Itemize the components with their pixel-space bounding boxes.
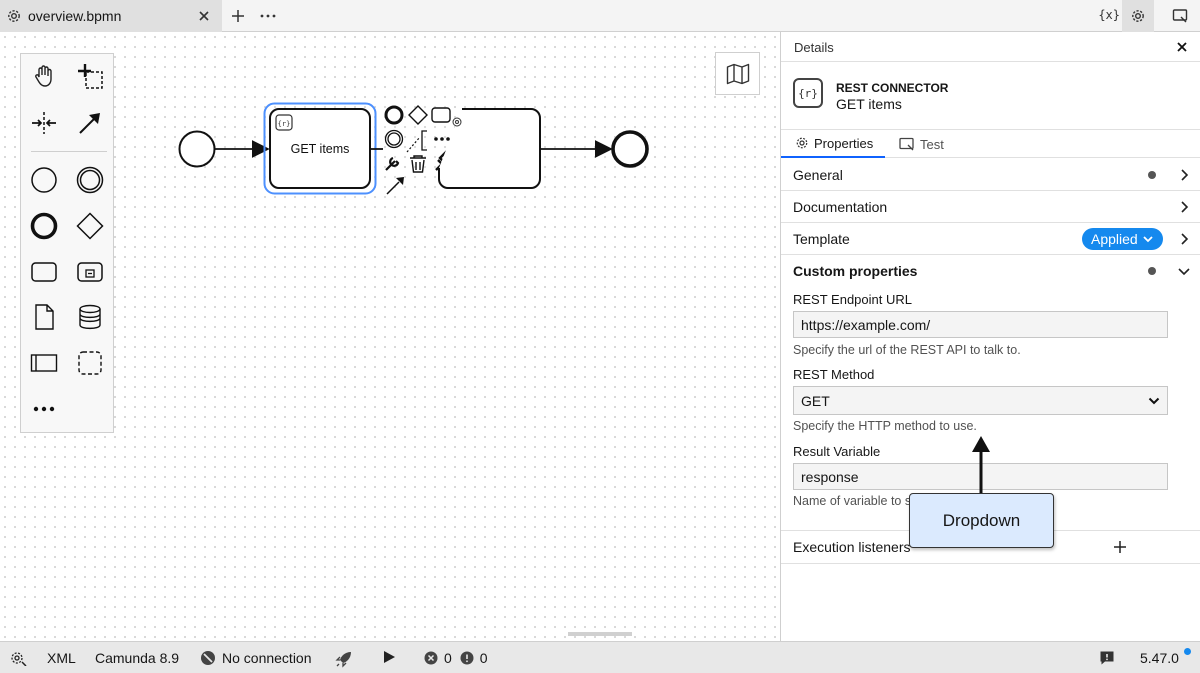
chevron-right-icon [1181, 201, 1189, 213]
element-type: REST CONNECTOR [836, 81, 949, 95]
rest-connector-icon: {r} [793, 78, 823, 108]
chevron-down-icon [1148, 397, 1160, 404]
error-icon [424, 651, 438, 665]
chevron-right-icon [1181, 233, 1189, 245]
warning-icon [460, 651, 474, 665]
append-text-annotation-icon[interactable] [406, 130, 427, 153]
more-tabs-button[interactable] [256, 4, 280, 28]
append-gateway-icon[interactable] [408, 105, 428, 125]
tab-label: Properties [814, 135, 874, 151]
group-title: General [793, 167, 843, 183]
panel-toggle-icon[interactable] [1172, 8, 1188, 24]
panel-header: Details [781, 32, 1200, 62]
data-marker-dot [1148, 171, 1156, 179]
connection-status[interactable]: No connection [200, 650, 312, 666]
close-icon[interactable] [1175, 40, 1189, 54]
delete-icon[interactable] [410, 155, 426, 173]
problems-button[interactable]: 0 0 [424, 650, 488, 666]
result-label: Result Variable [793, 444, 881, 459]
tab-overview-bpmn[interactable]: overview.bpmn [0, 0, 222, 32]
chevron-down-icon [1143, 236, 1153, 243]
play-icon [384, 651, 395, 663]
change-type-icon[interactable] [385, 156, 400, 171]
error-count: 0 [444, 650, 452, 666]
feedback-icon [1100, 651, 1114, 665]
task-second[interactable] [438, 108, 541, 189]
task-badge: {r} [278, 120, 291, 128]
task-label: GET items [291, 142, 350, 156]
tab-test[interactable]: Test [899, 130, 944, 158]
append-intermediate-event-icon[interactable] [384, 129, 404, 149]
plus-icon[interactable] [1113, 540, 1127, 554]
tab-properties[interactable]: Properties [781, 130, 885, 158]
gear-icon [11, 652, 27, 666]
element-header: {r} REST CONNECTOR GET items [781, 62, 1200, 130]
method-select[interactable]: GET [793, 386, 1168, 415]
group-general[interactable]: General [781, 159, 1200, 191]
plus-icon [232, 10, 244, 22]
gear-icon [796, 137, 808, 149]
annotation-callout: Dropdown [909, 493, 1054, 548]
gear-icon [8, 10, 20, 22]
version-button[interactable]: 5.47.0 [1140, 648, 1191, 666]
deploy-button[interactable] [335, 650, 359, 668]
xml-button[interactable]: XML [47, 650, 76, 666]
rocket-icon [335, 652, 351, 668]
task-get-items[interactable]: {r} GET items [269, 108, 371, 189]
data-marker-dot [1148, 267, 1156, 275]
connect-icon[interactable] [386, 177, 404, 195]
engine-version-button[interactable]: Camunda 8.9 [95, 650, 179, 666]
panel-tabs: Properties Test [781, 130, 1200, 158]
properties-panel: Details {r} REST CONNECTOR GET items Pro… [780, 32, 1200, 641]
url-label: REST Endpoint URL [793, 292, 912, 307]
group-documentation[interactable]: Documentation [781, 191, 1200, 223]
template-applied-dropdown[interactable]: Applied [1082, 228, 1163, 250]
element-name: GET items [836, 96, 902, 112]
start-event[interactable] [178, 130, 216, 168]
version-label: 5.47.0 [1140, 650, 1179, 666]
no-connection-icon [201, 651, 215, 665]
tab-label: Test [920, 136, 944, 152]
new-tab-button[interactable] [226, 4, 250, 28]
method-value: GET [801, 392, 830, 409]
run-button[interactable] [382, 650, 402, 664]
test-icon [899, 137, 914, 151]
status-bar: XML Camunda 8.9 No connection 0 0 5.47.0 [0, 641, 1200, 673]
bottom-panel-resize-handle[interactable] [568, 632, 632, 636]
gear-icon [1132, 10, 1144, 22]
bpmn-diagram: {r} GET items [178, 102, 649, 195]
ellipsis-icon [260, 14, 276, 18]
warning-count: 0 [479, 650, 488, 666]
badge-label: Applied [1091, 231, 1138, 247]
panel-title: Details [794, 40, 834, 55]
group-title: Documentation [793, 199, 888, 215]
close-icon[interactable] [196, 8, 212, 24]
feedback-button[interactable] [1099, 650, 1121, 666]
method-label: REST Method [793, 367, 875, 382]
end-event[interactable] [611, 130, 649, 168]
group-title: Custom properties [793, 263, 918, 279]
chevron-right-icon [1181, 169, 1189, 181]
url-help: Specify the url of the REST API to talk … [793, 343, 1021, 357]
method-help: Specify the HTTP method to use. [793, 419, 977, 433]
tab-title: overview.bpmn [28, 8, 122, 24]
group-title: Execution listeners [793, 539, 911, 555]
update-badge [1184, 648, 1191, 655]
url-input[interactable]: https://example.com/ [793, 311, 1168, 338]
top-tab-bar: overview.bpmn {x} [0, 0, 1200, 32]
settings-button[interactable] [1122, 0, 1154, 32]
annotation-arrow [972, 436, 990, 494]
more-options-icon[interactable] [434, 137, 450, 141]
variables-button[interactable]: {x} [1098, 8, 1120, 22]
connection-label: No connection [222, 650, 312, 666]
group-template[interactable]: Template Applied [781, 223, 1200, 255]
chevron-down-icon [1178, 268, 1190, 276]
group-custom-properties[interactable]: Custom properties [781, 255, 1200, 287]
group-title: Template [793, 231, 850, 247]
deployment-settings-button[interactable] [10, 650, 34, 666]
append-task-icon[interactable] [431, 107, 451, 123]
append-end-event-icon[interactable] [384, 105, 404, 125]
